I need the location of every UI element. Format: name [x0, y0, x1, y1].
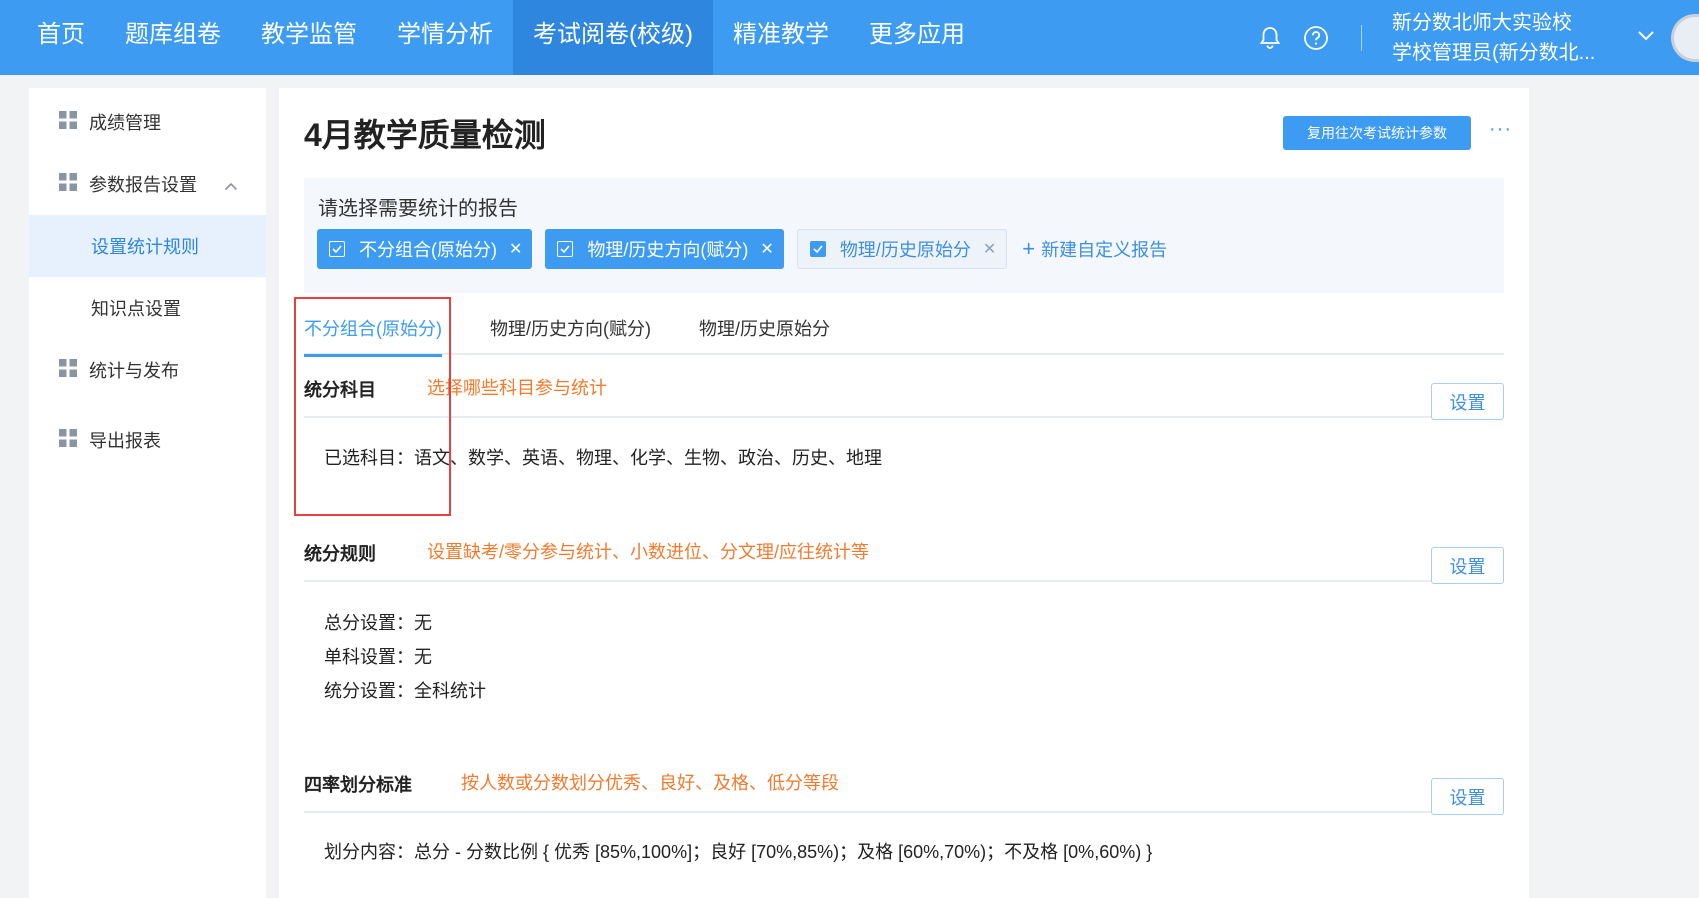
avatar[interactable]: [1671, 13, 1699, 62]
section-hint: 选择哪些科目参与统计: [427, 378, 607, 398]
school-name: 新分数北师大实验校: [1392, 11, 1572, 34]
checkbox-checked-icon[interactable]: [557, 241, 574, 257]
section-subjects: 统分科目 选择哪些科目参与统计 设置 已选科目：语文、数学、英语、物理、化学、生…: [304, 360, 1504, 475]
report-chips: 不分组合(原始分) ✕ 物理/历史方向(赋分) ✕ 物理/历史原始分 ✕ + 新…: [317, 229, 1167, 269]
nav-item-teaching-supervision[interactable]: 教学监管: [241, 0, 377, 75]
reuse-previous-params-button[interactable]: 复用往次考试统计参数: [1283, 116, 1471, 150]
sidebar-item-knowledge-points[interactable]: 知识点设置: [29, 277, 266, 339]
sidebar-item-label: 统计与发布: [89, 361, 179, 381]
checkbox-checked-icon[interactable]: [329, 241, 345, 257]
total-score-setting: 总分设置：无: [324, 613, 432, 633]
sidebar-item-export-reports[interactable]: 导出报表: [29, 409, 266, 471]
user-info[interactable]: 新分数北师大实验校 学校管理员(新分数北...: [1392, 8, 1607, 68]
selected-subjects: 已选科目：语文、数学、英语、物理、化学、生物、政治、历史、地理: [324, 448, 882, 468]
highlight-annotation-box: [294, 297, 451, 516]
tab-physics-history-raw[interactable]: 物理/历史原始分: [699, 310, 830, 355]
sidebar-item-label: 知识点设置: [91, 299, 181, 319]
report-tabs: 不分组合(原始分) 物理/历史方向(赋分) 物理/历史原始分: [304, 310, 1504, 357]
sidebar-item-label: 参数报告设置: [89, 175, 197, 195]
question-circle-icon[interactable]: [1303, 25, 1329, 51]
new-custom-report-button[interactable]: + 新建自定义报告: [1022, 236, 1167, 262]
grid-icon: [59, 172, 77, 196]
grid-icon: [59, 358, 77, 382]
plus-icon: +: [1022, 236, 1036, 261]
report-prompt: 请选择需要统计的报告: [318, 198, 518, 220]
close-icon[interactable]: ✕: [509, 239, 522, 259]
sidebar-item-label: 导出报表: [89, 431, 161, 451]
new-report-label: 新建自定义报告: [1041, 240, 1168, 260]
section-title: 四率划分标准: [304, 775, 412, 795]
page-title: 4月教学质量检测: [304, 117, 546, 153]
nav-item-question-bank[interactable]: 题库组卷: [105, 0, 241, 75]
section-hint: 按人数或分数划分优秀、良好、及格、低分等段: [461, 773, 839, 793]
sidebar-item-label: 设置统计规则: [91, 237, 199, 257]
top-right-area: 新分数北师大实验校 学校管理员(新分数北...: [1257, 0, 1699, 75]
more-options-button[interactable]: ···: [1489, 118, 1512, 141]
subjects-settings-button[interactable]: 设置: [1431, 383, 1504, 420]
nav-item-learning-analysis[interactable]: 学情分析: [377, 0, 513, 75]
report-selection-box: 请选择需要统计的报告 不分组合(原始分) ✕ 物理/历史方向(赋分) ✕ 物理/…: [304, 178, 1504, 293]
report-chip-label: 物理/历史原始分: [839, 240, 971, 260]
bell-icon[interactable]: [1257, 25, 1283, 51]
top-navigation-bar: 首页 题库组卷 教学监管 学情分析 考试阅卷(校级) 精准教学 更多应用 新分数…: [0, 0, 1699, 75]
grid-icon: [59, 428, 77, 452]
header-divider: [1361, 24, 1362, 51]
report-chip-label: 不分组合(原始分): [359, 240, 497, 260]
report-chip-ungrouped-raw[interactable]: 不分组合(原始分) ✕: [317, 229, 533, 269]
four-rates-settings-button[interactable]: 设置: [1431, 778, 1504, 815]
report-chip-physics-history-raw[interactable]: 物理/历史原始分 ✕: [796, 229, 1008, 269]
section-body: 总分设置：无 单科设置：无 统分设置：全科统计: [304, 582, 1504, 708]
section-title: 统分规则: [304, 544, 376, 564]
section-header: 四率划分标准 按人数或分数划分优秀、良好、及格、低分等段 设置: [304, 755, 1504, 815]
close-icon[interactable]: ✕: [983, 239, 996, 259]
sidebar-item-stats-publish[interactable]: 统计与发布: [29, 339, 266, 401]
section-four-rates: 四率划分标准 按人数或分数划分优秀、良好、及格、低分等段 设置 划分内容：总分 …: [304, 755, 1504, 869]
sidebar-item-statistics-rules[interactable]: 设置统计规则: [29, 215, 266, 277]
nav-item-more-apps[interactable]: 更多应用: [849, 0, 985, 75]
sidebar: 成绩管理 参数报告设置 设置统计规则 知识点设置 统计与发布 导出报表: [29, 88, 266, 898]
chevron-down-icon[interactable]: [1637, 29, 1655, 47]
section-header: 统分规则 设置缺考/零分参与统计、小数进位、分文理/应往统计等 设置: [304, 524, 1504, 584]
report-chip-label: 物理/历史方向(赋分): [587, 240, 749, 260]
nav-item-exam-grading[interactable]: 考试阅卷(校级): [513, 0, 713, 75]
rules-settings-button[interactable]: 设置: [1431, 547, 1504, 584]
checkbox-checked-icon[interactable]: [809, 241, 826, 257]
statistics-setting: 统分设置：全科统计: [324, 681, 486, 701]
section-body: 划分内容：总分 - 分数比例 { 优秀 [85%,100%]；良好 [70%,8…: [304, 813, 1504, 869]
tab-physics-history-scaled[interactable]: 物理/历史方向(赋分): [490, 310, 651, 355]
section-body: 已选科目：语文、数学、英语、物理、化学、生物、政治、历史、地理: [304, 418, 1504, 475]
chevron-up-icon[interactable]: [224, 175, 238, 196]
single-subject-setting: 单科设置：无: [324, 647, 432, 667]
section-header: 统分科目 选择哪些科目参与统计 设置: [304, 360, 1504, 420]
nav-item-precision-teaching[interactable]: 精准教学: [713, 0, 849, 75]
section-hint: 设置缺考/零分参与统计、小数进位、分文理/应往统计等: [427, 542, 869, 562]
sidebar-item-score-management[interactable]: 成绩管理: [29, 91, 266, 153]
grid-icon: [59, 110, 77, 134]
report-chip-physics-history-scaled[interactable]: 物理/历史方向(赋分) ✕: [545, 229, 784, 269]
main-panel: 4月教学质量检测 复用往次考试统计参数 ··· 请选择需要统计的报告 不分组合(…: [279, 88, 1529, 898]
user-role: 学校管理员(新分数北...: [1392, 41, 1596, 64]
sidebar-item-label: 成绩管理: [89, 113, 161, 133]
section-rules: 统分规则 设置缺考/零分参与统计、小数进位、分文理/应往统计等 设置 总分设置：…: [304, 524, 1504, 708]
main-nav: 首页 题库组卷 教学监管 学情分析 考试阅卷(校级) 精准教学 更多应用: [0, 0, 985, 75]
close-icon[interactable]: ✕: [760, 239, 773, 259]
sidebar-item-report-settings[interactable]: 参数报告设置: [29, 153, 266, 215]
nav-item-home[interactable]: 首页: [0, 0, 105, 75]
division-content: 划分内容：总分 - 分数比例 { 优秀 [85%,100%]；良好 [70%,8…: [324, 842, 1153, 862]
